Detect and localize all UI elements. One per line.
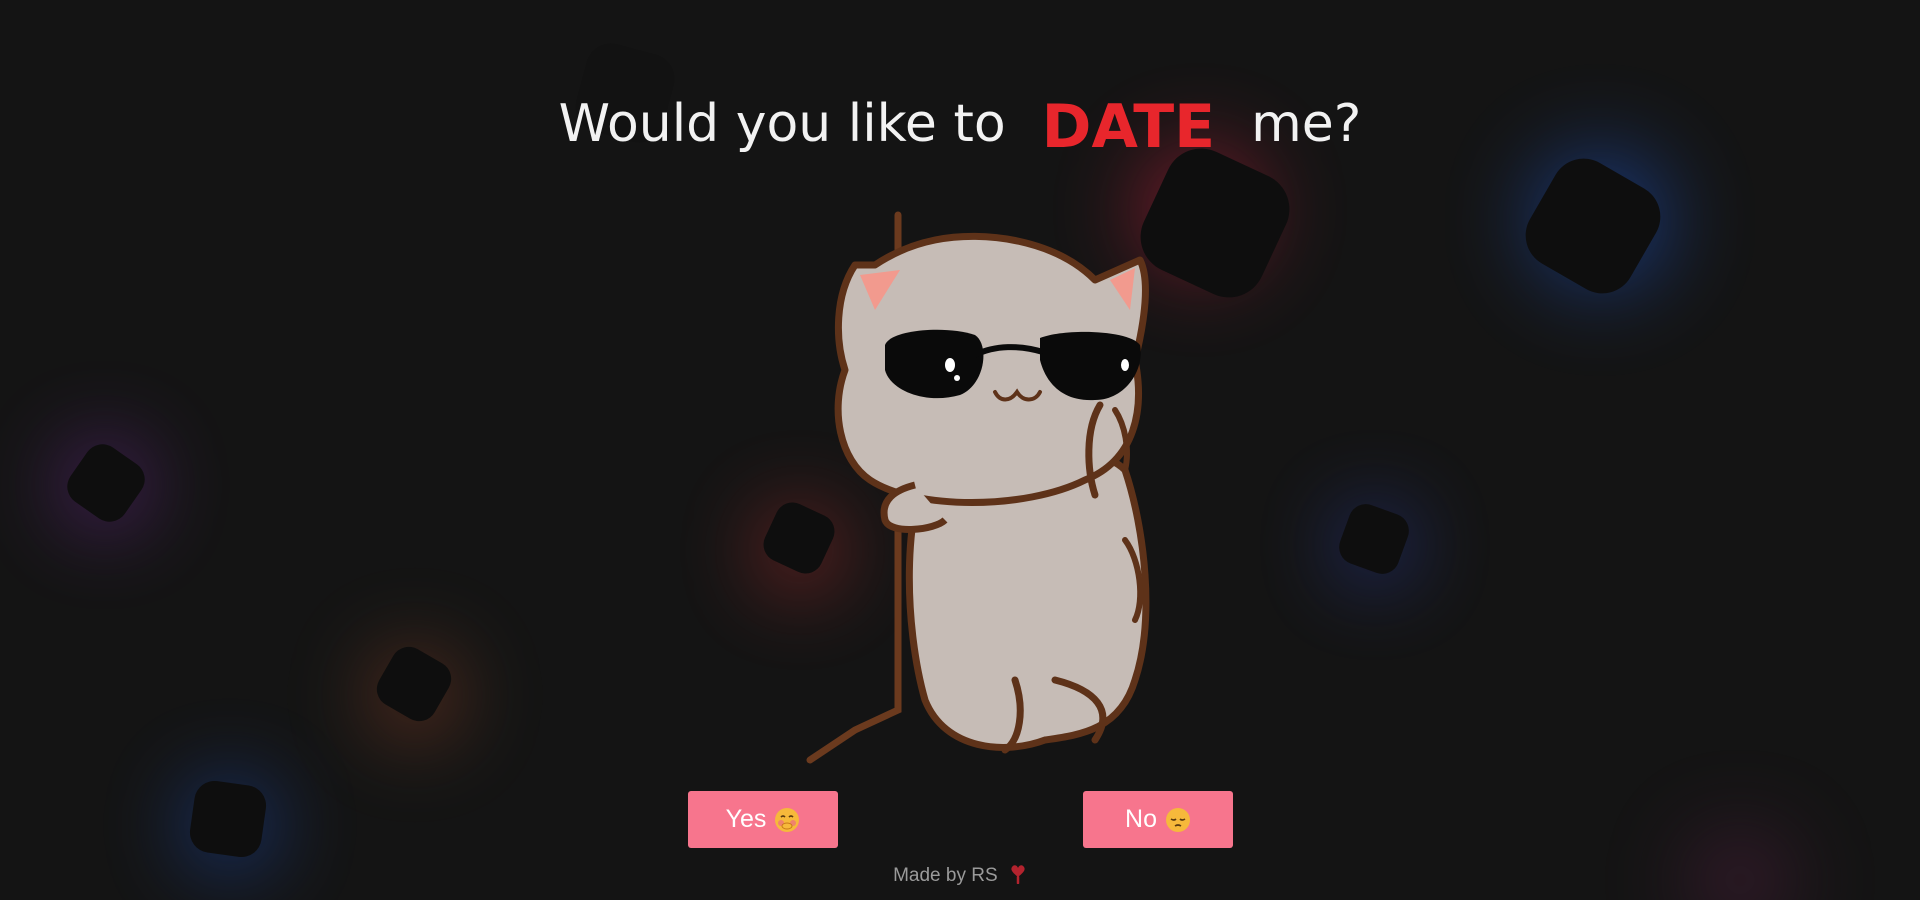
page-title: Would you like to DATE me? (0, 92, 1920, 162)
yes-button-label: Yes (725, 805, 767, 833)
footer-credit: Made by RS (0, 864, 1920, 887)
cat-with-sunglasses-illustration (806, 211, 1150, 764)
floating-shape (187, 778, 269, 860)
heart-icon (1011, 865, 1025, 884)
no-button-label: No (1125, 805, 1157, 833)
title-accent-word: DATE (1041, 92, 1216, 162)
title-suffix: me? (1251, 94, 1362, 154)
page-background: Would you like to DATE me? Yes No Made b… (0, 0, 1920, 900)
glow-pink-corner (1650, 820, 1830, 900)
footer-text: Made by RS (893, 865, 998, 886)
yes-button[interactable]: Yes (688, 791, 838, 848)
pensive-face-icon (1165, 807, 1190, 832)
title-prefix: Would you like to (558, 94, 1006, 154)
no-button[interactable]: No (1083, 791, 1233, 848)
blushing-face-icon (775, 807, 800, 832)
